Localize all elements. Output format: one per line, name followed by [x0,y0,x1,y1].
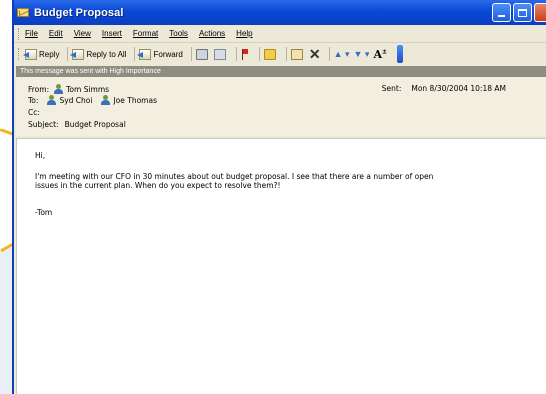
to-row: To: Syd Choi Joe Thomas [28,95,157,105]
menu-bar: File Edit View Insert Format Tools Actio… [14,25,546,43]
folder-icon [263,48,276,60]
move-button[interactable] [213,48,228,60]
window-title: Budget Proposal [34,6,124,19]
body-line: issues in the current plan. When do you … [35,181,281,190]
minimize-button[interactable] [492,3,511,22]
minimize-icon [498,15,505,17]
move-icon [213,48,226,60]
next-item-button[interactable]: ▼ ▾ [354,49,370,60]
body-greeting: Hi, [35,151,46,160]
envelope-icon [17,8,29,17]
address-book-icon [290,48,303,60]
message-header: This message was sent with High Importan… [16,66,546,136]
toolbar-separator [190,47,192,61]
standard-toolbar: Reply Reply to All Forward ✕ ▲ ▾ ▼ ▾ A± [14,43,546,65]
maximize-button[interactable] [513,3,532,22]
from-label: From: [28,84,50,94]
sent-label: Sent: [381,84,402,93]
message-window: Budget Proposal File Edit View Insert Fo… [12,0,546,394]
menu-grip[interactable] [18,27,21,40]
window-controls [492,3,546,22]
subject-value: Budget Proposal [64,120,126,129]
to-recipient[interactable]: Syd Choi [59,96,92,105]
contact-icon [53,84,64,94]
title-bar[interactable]: Budget Proposal [14,0,546,25]
subject-row: Subject: Budget Proposal [28,120,126,129]
contact-icon [100,95,111,105]
subject-label: Subject: [28,120,59,129]
to-recipient[interactable]: Joe Thomas [113,96,157,105]
reply-all-icon [70,48,85,60]
reply-all-label: Reply to All [86,49,127,59]
menu-tools[interactable]: Tools [169,29,188,38]
reply-icon [23,48,37,60]
to-label: To: [28,95,39,105]
toolbar-separator [67,47,69,61]
message-body[interactable]: Hi, I'm meeting with our CFO in 30 minut… [16,138,546,394]
menu-view[interactable]: View [74,29,91,38]
menu-format[interactable]: Format [133,29,158,38]
forward-button[interactable]: Forward [137,48,183,60]
reply-button[interactable]: Reply [23,48,60,60]
address-book-button[interactable] [290,48,305,60]
delete-button[interactable]: ✕ [308,46,321,62]
sent-value: Mon 8/30/2004 10:18 AM [411,84,506,93]
print-icon [195,48,208,60]
contact-icon [46,95,57,105]
flag-button[interactable] [241,48,251,60]
menu-file[interactable]: File [25,29,38,38]
from-row: From: Tom Simms [28,84,109,94]
menu-actions[interactable]: Actions [199,29,225,38]
menu-insert[interactable]: Insert [102,29,122,38]
menu-edit[interactable]: Edit [49,29,63,38]
cc-row: Cc: [28,108,44,117]
from-value[interactable]: Tom Simms [66,85,109,94]
toolbar-separator [328,47,330,61]
previous-item-icon: ▲ ▾ [333,48,350,59]
font-size-button[interactable]: A± [373,48,387,61]
forward-label: Forward [153,49,183,59]
cc-label: Cc: [28,108,40,117]
body-signature: -Tom [35,208,53,217]
previous-item-button[interactable]: ▲ ▾ [334,49,350,60]
print-button[interactable] [195,48,210,60]
reply-all-button[interactable]: Reply to All [70,48,127,60]
importance-banner: This message was sent with High Importan… [16,66,546,77]
toolbar-separator [235,47,237,61]
folder-button[interactable] [263,48,278,60]
toolbar-grip[interactable] [18,48,21,60]
close-button[interactable] [534,3,546,22]
font-size-icon: A± [373,47,388,61]
maximize-icon [518,8,527,17]
toolbar-options-button[interactable] [397,45,404,63]
reply-label: Reply [39,49,60,59]
outer-background [0,248,12,394]
delete-icon: ✕ [308,46,321,62]
menu-help[interactable]: Help [236,29,252,38]
forward-icon [137,48,152,60]
toolbar-separator [285,47,287,61]
toolbar-separator [134,47,136,61]
flag-icon [241,48,249,60]
sent-row: Sent: Mon 8/30/2004 10:18 AM [382,84,506,93]
next-item-icon: ▼ ▾ [353,48,370,59]
toolbar-separator [258,47,260,61]
